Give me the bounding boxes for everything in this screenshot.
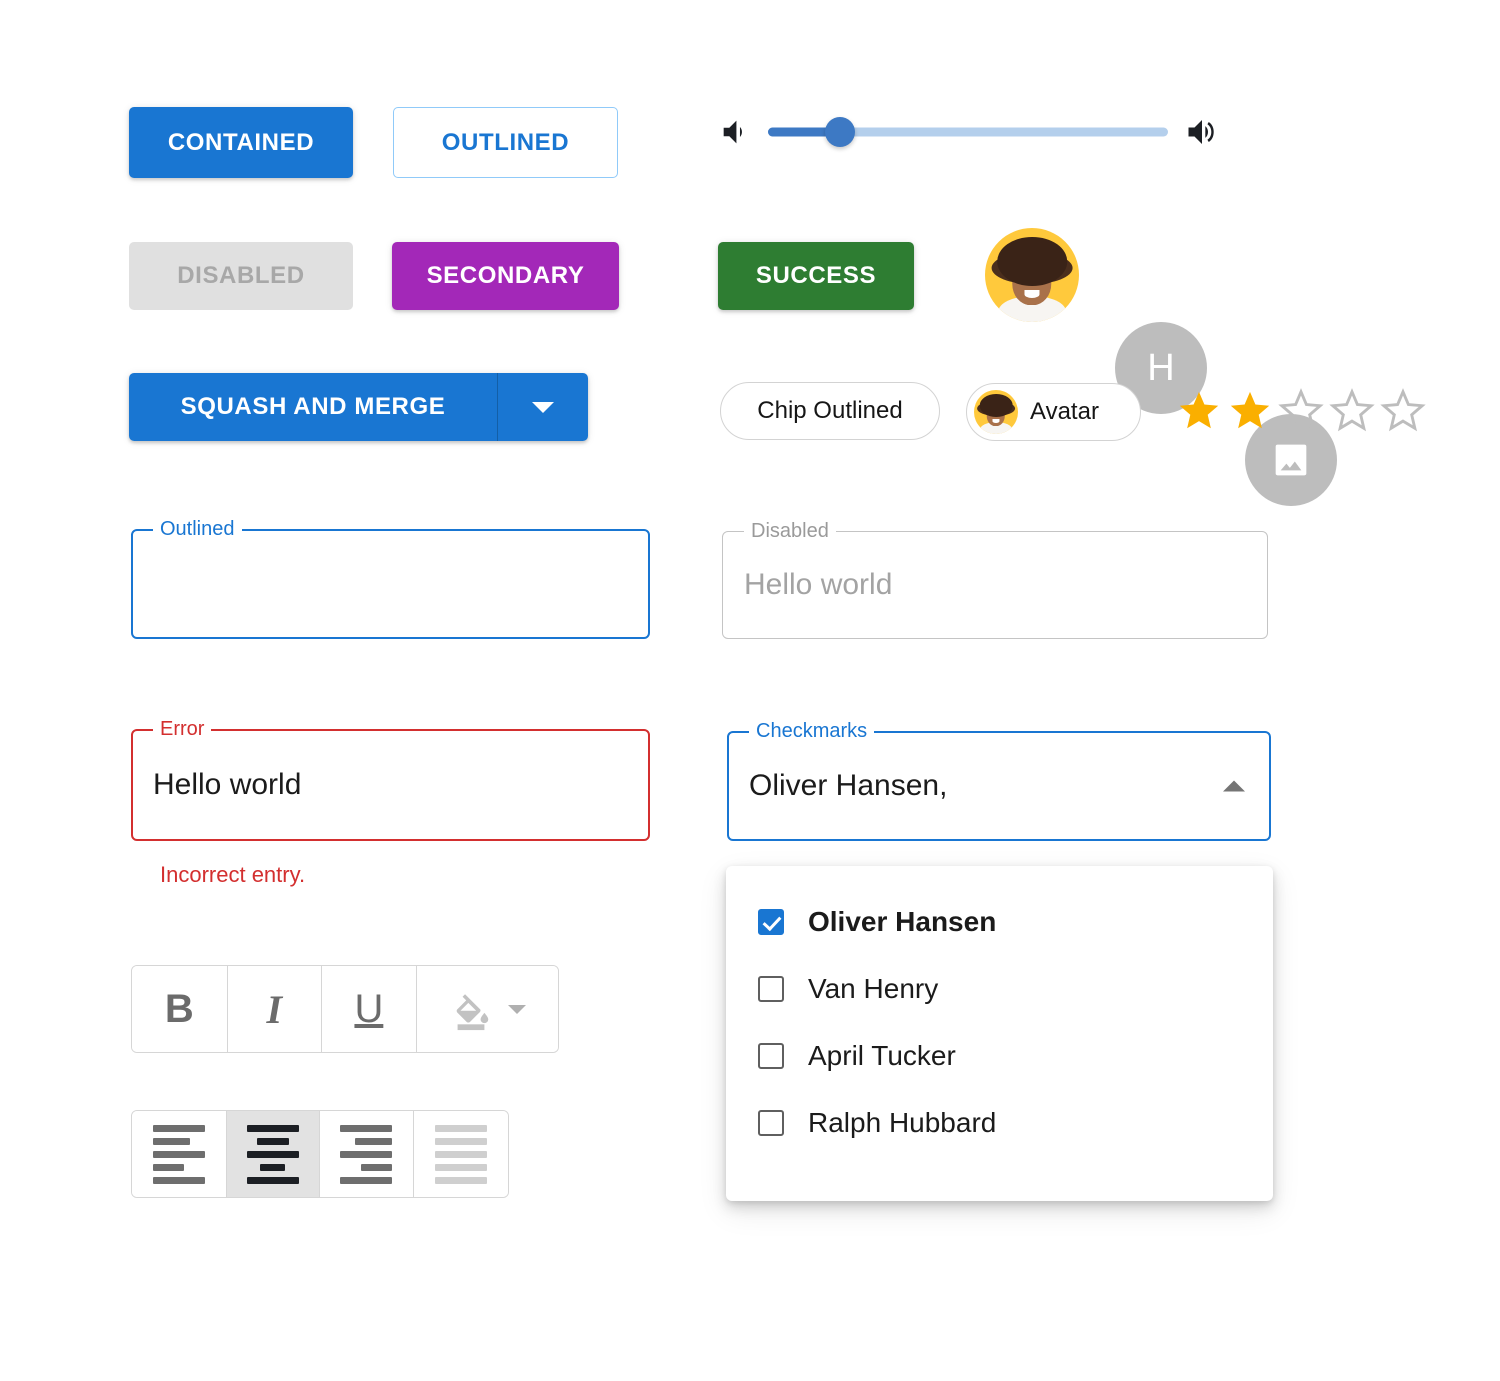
star-outline-icon[interactable]: [1278, 388, 1324, 434]
underline-icon: U: [354, 986, 384, 1031]
checkmarks-menu: Oliver Hansen Van Henry April Tucker Ralph …: [726, 866, 1273, 1201]
component-showcase: CONTAINED OUTLINED DISABLED SECONDARY SU…: [0, 0, 1500, 1381]
star-outline-icon[interactable]: [1329, 388, 1375, 434]
italic-icon: I: [266, 986, 283, 1032]
volume-up-icon[interactable]: [1184, 114, 1220, 150]
avatar-smile: [1024, 290, 1040, 298]
split-button-dropdown-toggle[interactable]: [497, 373, 588, 441]
disabled-text-field: Disabled Hello world: [722, 519, 1268, 639]
contained-button[interactable]: CONTAINED: [129, 107, 353, 178]
color-fill-button[interactable]: [416, 966, 558, 1052]
photo-avatar[interactable]: [985, 228, 1079, 322]
chip-avatar-label: Avatar: [1030, 398, 1099, 425]
menu-item[interactable]: Oliver Hansen: [726, 888, 1273, 955]
align-center-icon: [246, 1124, 299, 1184]
checkbox-unchecked-icon[interactable]: [758, 975, 784, 1002]
slider-thumb[interactable]: [825, 117, 855, 147]
bold-icon: B: [164, 986, 194, 1031]
rating-stars[interactable]: [1176, 385, 1431, 437]
bold-button[interactable]: B: [132, 966, 228, 1052]
avatar-hair: [997, 237, 1067, 287]
align-justify-button: [413, 1111, 508, 1197]
outlined-button[interactable]: OUTLINED: [393, 107, 618, 178]
format-color-fill-icon: [448, 986, 494, 1032]
volume-down-icon[interactable]: [718, 115, 752, 149]
checkbox-checked-icon[interactable]: [758, 908, 784, 935]
align-right-button[interactable]: [320, 1111, 414, 1197]
outlined-text-field[interactable]: Outlined: [131, 517, 650, 639]
error-helper-text: Incorrect entry.: [160, 862, 306, 887]
chip-outlined-label: Chip Outlined: [757, 397, 903, 424]
italic-button[interactable]: I: [227, 966, 323, 1052]
split-button-group: SQUASH AND MERGE: [129, 373, 588, 441]
menu-item-label: Ralph Hubbard: [808, 1106, 997, 1138]
chip-avatar[interactable]: Avatar: [966, 383, 1141, 441]
disabled-button: DISABLED: [129, 242, 353, 310]
underlined-button[interactable]: U: [322, 966, 417, 1052]
menu-item-label: Van Henry: [808, 972, 939, 1004]
chevron-up-icon[interactable]: [1223, 780, 1245, 792]
text-align-toolbar: [131, 1110, 509, 1198]
image-icon: [1268, 437, 1314, 483]
checkbox-unchecked-icon[interactable]: [758, 1109, 784, 1136]
star-outline-icon[interactable]: [1380, 388, 1426, 434]
volume-slider[interactable]: [768, 112, 1168, 152]
chip-outlined[interactable]: Chip Outlined: [720, 382, 940, 440]
menu-item-label: April Tucker: [808, 1039, 956, 1071]
align-justify-icon: [434, 1124, 487, 1184]
star-filled-icon[interactable]: [1176, 388, 1222, 434]
menu-item[interactable]: Van Henry: [726, 955, 1273, 1022]
menu-item[interactable]: Ralph Hubbard: [726, 1089, 1273, 1156]
align-left-button[interactable]: [132, 1111, 227, 1197]
text-format-toolbar: B I U: [131, 965, 559, 1053]
checkmarks-select-value: Oliver Hansen,: [749, 769, 948, 802]
error-field-value: Hello world: [153, 768, 302, 801]
outlined-field-border: [131, 529, 650, 639]
squash-and-merge-button[interactable]: SQUASH AND MERGE: [129, 373, 497, 441]
menu-item-label: Oliver Hansen: [808, 905, 997, 937]
outlined-field-label: Outlined: [153, 517, 242, 541]
success-button[interactable]: SUCCESS: [718, 242, 914, 310]
menu-item[interactable]: April Tucker: [726, 1022, 1273, 1089]
color-fill-chevron-down-icon[interactable]: [508, 1004, 527, 1014]
disabled-field-value: Hello world: [744, 568, 893, 601]
error-text-field[interactable]: Error Hello world: [131, 717, 650, 841]
volume-slider-row: [718, 110, 1223, 154]
align-right-icon: [340, 1124, 393, 1184]
secondary-button[interactable]: SECONDARY: [392, 242, 619, 310]
disabled-field-label: Disabled: [744, 519, 836, 543]
checkmarks-select[interactable]: Checkmarks Oliver Hansen,: [727, 719, 1271, 841]
align-left-icon: [152, 1124, 205, 1184]
letter-avatar-label: H: [1147, 346, 1175, 389]
checkbox-unchecked-icon[interactable]: [758, 1042, 784, 1069]
checkmarks-select-label: Checkmarks: [749, 719, 875, 743]
star-filled-icon[interactable]: [1227, 388, 1273, 434]
align-center-button[interactable]: [226, 1111, 320, 1197]
chevron-down-icon: [532, 401, 554, 413]
chip-avatar-image: [974, 390, 1018, 434]
error-field-label: Error: [153, 717, 212, 741]
